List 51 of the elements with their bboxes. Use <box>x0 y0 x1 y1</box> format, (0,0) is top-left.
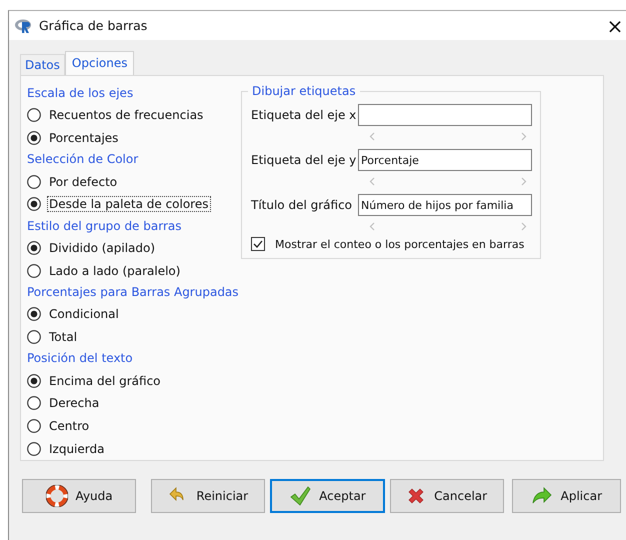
dialog-button[interactable]: Aceptar <box>270 479 385 513</box>
checkbox[interactable] <box>251 237 265 251</box>
radio-button[interactable] <box>27 174 41 189</box>
radio-label[interactable]: Encima del gráfico <box>47 372 163 389</box>
tab[interactable]: Opciones <box>64 51 134 75</box>
radio-button[interactable] <box>27 108 41 122</box>
radio-button[interactable] <box>27 374 41 388</box>
radio-button[interactable] <box>27 307 41 322</box>
radio-button[interactable] <box>27 442 41 456</box>
radio-button[interactable] <box>27 197 41 212</box>
input-field[interactable] <box>358 104 532 126</box>
input-field[interactable]: Porcentaje <box>358 149 532 171</box>
radio-button[interactable] <box>27 396 41 410</box>
dialog-button[interactable]: Ayuda <box>22 479 136 513</box>
section-heading: Porcentajes para Barras Agrupadas <box>27 284 237 302</box>
radio-button[interactable] <box>27 264 41 278</box>
field-label: Título del gráfico <box>251 198 352 212</box>
r-logo-icon <box>15 18 33 32</box>
close-button[interactable]: × <box>604 16 626 36</box>
section-heading: Posición del texto <box>27 350 134 368</box>
group-title: Dibujar etiquetas <box>248 84 360 98</box>
checkmark-icon <box>289 485 312 507</box>
lifebuoy-icon <box>46 485 68 507</box>
radio-button[interactable] <box>27 419 41 434</box>
radio-label[interactable]: Recuentos de frecuencias <box>47 107 206 124</box>
radio-label[interactable]: Lado a lado (paralelo) <box>47 262 182 279</box>
dialog-button[interactable]: Aplicar <box>512 479 621 513</box>
forward-arrow-icon <box>530 486 553 506</box>
radio-label[interactable]: Total <box>47 329 80 346</box>
tab[interactable]: Datos <box>20 54 65 75</box>
radio-button[interactable] <box>27 131 41 145</box>
field-label: Etiqueta del eje y <box>251 153 356 167</box>
dialog-button[interactable]: Cancelar <box>390 479 504 513</box>
radio-button[interactable] <box>27 330 41 344</box>
radio-button[interactable] <box>27 241 41 256</box>
radio-label[interactable]: Condicional <box>47 306 121 322</box>
dialog-button[interactable]: Reiniciar <box>151 479 266 513</box>
radio-label[interactable]: Izquierda <box>47 440 106 457</box>
input-field[interactable]: Número de hijos por familia <box>358 194 532 216</box>
radio-label[interactable]: Desde la paleta de colores <box>47 196 210 212</box>
window-title: Gráfica de barras <box>39 18 148 33</box>
field-label: Etiqueta del eje x <box>251 108 356 122</box>
radio-label[interactable]: Derecha <box>47 395 102 412</box>
radio-label[interactable]: Por defecto <box>47 174 120 190</box>
section-heading: Estilo del grupo de barras <box>27 218 182 235</box>
section-heading: Escala de los ejes <box>27 85 134 102</box>
radio-label[interactable]: Dividido (apilado) <box>47 240 158 256</box>
radio-label[interactable]: Porcentajes <box>47 130 120 146</box>
radio-label[interactable]: Centro <box>47 418 92 434</box>
section-heading: Selección de Color <box>27 151 140 168</box>
checkbox-label[interactable]: Mostrar el conteo o los porcentajes en barras <box>275 238 524 250</box>
